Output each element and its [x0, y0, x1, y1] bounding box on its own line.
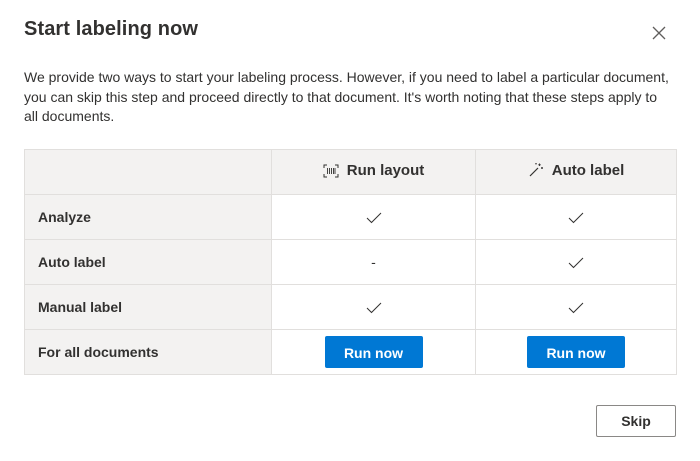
cell-run-layout-manual-label — [271, 284, 476, 330]
comparison-table: Run layout Auto label Analyze Auto label… — [24, 149, 677, 375]
row-label: For all documents — [24, 329, 272, 375]
checkmark-icon — [568, 302, 584, 314]
run-layout-now-button[interactable]: Run now — [324, 336, 423, 368]
checkmark-icon — [366, 212, 381, 224]
column-header-label: Auto label — [551, 161, 625, 179]
checkmark-icon — [366, 302, 381, 314]
not-applicable-dash: - — [371, 254, 376, 270]
cell-auto-label-auto-label — [475, 239, 677, 285]
row-label: Manual label — [24, 284, 272, 330]
dialog-title: Start labeling now — [24, 18, 199, 40]
table-row: For all documents Run now Run now — [24, 329, 677, 375]
cell-auto-label-action: Run now — [475, 329, 677, 375]
cell-run-layout-auto-label: - — [271, 239, 476, 285]
magic-wand-icon — [529, 163, 543, 177]
cell-run-layout-action: Run now — [271, 329, 476, 375]
table-row: Auto label - — [24, 239, 677, 285]
column-header-run-layout: Run layout — [271, 149, 476, 195]
table-row: Manual label — [24, 284, 677, 330]
close-icon — [652, 26, 666, 40]
cell-auto-label-manual-label — [475, 284, 677, 330]
checkmark-icon — [568, 212, 584, 224]
skip-button[interactable]: Skip — [596, 405, 676, 437]
dialog-description: We provide two ways to start your labeli… — [24, 69, 669, 124]
column-header-label: Run layout — [346, 162, 425, 180]
start-labeling-dialog: Start labeling now We provide two ways t… — [0, 0, 700, 461]
column-header-auto-label: Auto label — [475, 149, 677, 195]
layout-scan-icon — [323, 164, 339, 178]
close-button[interactable] — [646, 20, 672, 46]
table-corner-cell — [24, 149, 272, 195]
row-label: Auto label — [24, 239, 272, 285]
auto-label-now-button[interactable]: Run now — [527, 336, 625, 368]
table-row: Analyze — [24, 194, 677, 240]
cell-auto-label-analyze — [475, 194, 677, 240]
table-header-row: Run layout Auto label — [24, 149, 677, 195]
cell-run-layout-analyze — [271, 194, 476, 240]
checkmark-icon — [568, 257, 584, 269]
row-label: Analyze — [24, 194, 272, 240]
